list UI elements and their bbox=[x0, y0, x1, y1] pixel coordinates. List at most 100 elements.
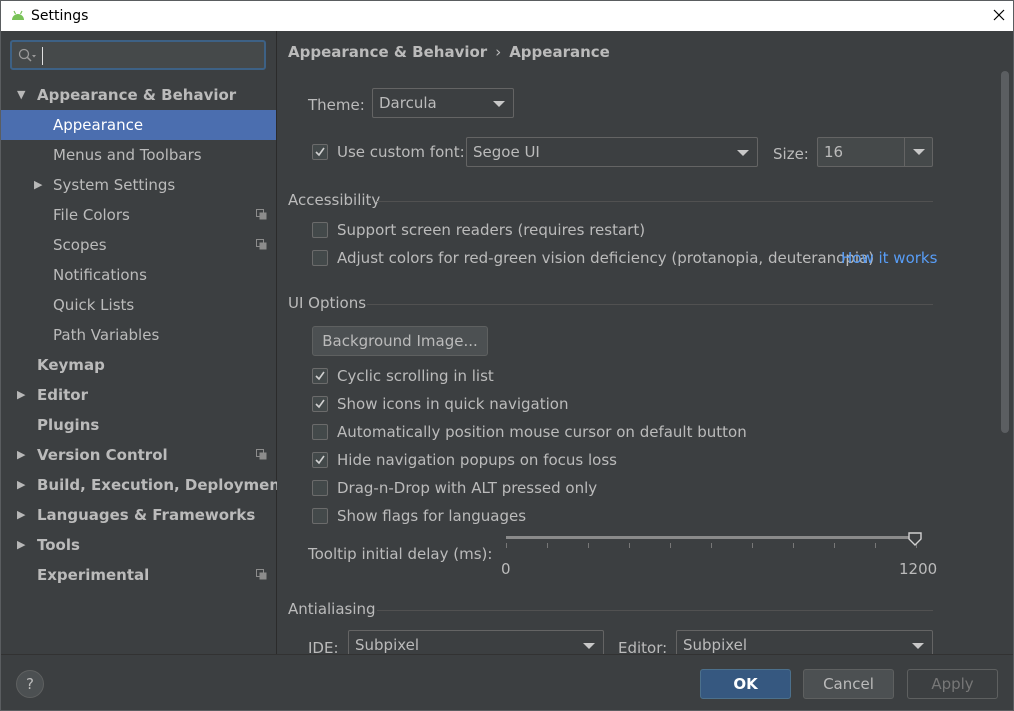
sidebar-item-label: Languages & Frameworks bbox=[37, 506, 256, 524]
close-icon[interactable] bbox=[989, 5, 1009, 25]
sidebar-item-label: System Settings bbox=[53, 176, 176, 194]
vertical-scrollbar[interactable] bbox=[1001, 71, 1009, 433]
editor-antialiasing-value: Subpixel bbox=[683, 636, 748, 654]
sidebar-item-plugins[interactable]: Plugins bbox=[1, 410, 276, 440]
sidebar-item-notifications[interactable]: Notifications bbox=[1, 260, 276, 290]
sidebar-item-appearance[interactable]: Appearance bbox=[1, 110, 276, 140]
screen-readers-checkbox[interactable] bbox=[312, 222, 328, 238]
sidebar-item-label: Menus and Toolbars bbox=[53, 146, 202, 164]
sidebar-item-file-colors[interactable]: File Colors bbox=[1, 200, 276, 230]
use-custom-font-label: Use custom font: bbox=[337, 143, 465, 161]
drag-drop-alt-checkbox[interactable] bbox=[312, 480, 328, 496]
antialiasing-heading: Antialiasing bbox=[288, 600, 376, 618]
cyclic-scrolling-label: Cyclic scrolling in list bbox=[337, 367, 494, 385]
drag-drop-alt-label: Drag-n-Drop with ALT pressed only bbox=[337, 479, 598, 497]
font-value: Segoe UI bbox=[473, 143, 540, 161]
sidebar-item-quick-lists[interactable]: Quick Lists bbox=[1, 290, 276, 320]
sidebar-item-version-control[interactable]: ▶ Version Control bbox=[1, 440, 276, 470]
hide-popups-checkbox[interactable] bbox=[312, 452, 328, 468]
sidebar-item-keymap[interactable]: Keymap bbox=[1, 350, 276, 380]
slider-tick bbox=[670, 543, 671, 548]
expanded-arrow-icon[interactable]: ▼ bbox=[17, 80, 25, 110]
sidebar-item-system-settings[interactable]: ▶ System Settings bbox=[1, 170, 276, 200]
settings-content: Appearance & Behavior › Appearance Theme: … bbox=[277, 31, 1013, 660]
ui-options-heading: UI Options bbox=[288, 294, 367, 312]
sidebar-item-languages-frameworks[interactable]: ▶ Languages & Frameworks bbox=[1, 500, 276, 530]
window-title: Settings bbox=[31, 8, 89, 24]
use-custom-font-checkbox[interactable] bbox=[312, 144, 328, 160]
chevron-down-icon bbox=[493, 101, 505, 107]
breadcrumb: Appearance & Behavior › Appearance bbox=[288, 43, 610, 61]
color-deficiency-checkbox[interactable] bbox=[312, 250, 328, 266]
cyclic-scrolling-checkbox[interactable] bbox=[312, 368, 328, 384]
slider-tick bbox=[588, 543, 589, 548]
collapsed-arrow-icon[interactable]: ▶ bbox=[17, 500, 25, 530]
show-icons-checkbox[interactable] bbox=[312, 396, 328, 412]
font-size-combo[interactable]: 16 bbox=[817, 137, 933, 167]
sidebar-item-scopes[interactable]: Scopes bbox=[1, 230, 276, 260]
screen-readers-label: Support screen readers (requires restart… bbox=[337, 221, 646, 239]
show-flags-checkbox[interactable] bbox=[312, 508, 328, 524]
sidebar-item-experimental[interactable]: Experimental bbox=[1, 560, 276, 590]
theme-dropdown[interactable]: Darcula bbox=[372, 88, 514, 118]
sidebar-item-menus-toolbars[interactable]: Menus and Toolbars bbox=[1, 140, 276, 170]
checkmark-icon bbox=[315, 147, 325, 157]
section-divider bbox=[377, 201, 933, 202]
sidebar-item-label: Version Control bbox=[37, 446, 168, 464]
slider-tick bbox=[834, 543, 835, 548]
hide-popups-label: Hide navigation popups on focus loss bbox=[337, 451, 617, 469]
slider-track[interactable] bbox=[506, 536, 917, 539]
sidebar-item-editor[interactable]: ▶ Editor bbox=[1, 380, 276, 410]
checkmark-icon bbox=[315, 399, 325, 409]
theme-value: Darcula bbox=[379, 94, 437, 112]
android-studio-icon bbox=[12, 10, 24, 20]
background-image-button[interactable]: Background Image... bbox=[312, 326, 488, 356]
show-icons-label: Show icons in quick navigation bbox=[337, 395, 569, 413]
text-caret bbox=[42, 47, 43, 65]
search-icon bbox=[18, 48, 36, 62]
auto-position-cursor-label: Automatically position mouse cursor on d… bbox=[337, 423, 747, 441]
project-settings-icon bbox=[256, 449, 267, 460]
slider-max-label: 1200 bbox=[899, 560, 938, 578]
project-settings-icon bbox=[256, 239, 267, 250]
search-input[interactable] bbox=[10, 40, 266, 70]
collapsed-arrow-icon[interactable]: ▶ bbox=[17, 530, 25, 560]
theme-label: Theme: bbox=[308, 96, 365, 114]
sidebar-item-path-variables[interactable]: Path Variables bbox=[1, 320, 276, 350]
sidebar-item-appearance-behavior[interactable]: ▼ Appearance & Behavior bbox=[1, 80, 276, 110]
title-bar: Settings bbox=[1, 1, 1013, 31]
sidebar-item-label: Path Variables bbox=[53, 326, 160, 344]
apply-button[interactable]: Apply bbox=[907, 669, 998, 699]
project-settings-icon bbox=[256, 209, 267, 220]
checkmark-icon bbox=[315, 371, 325, 381]
collapsed-arrow-icon[interactable]: ▶ bbox=[34, 170, 42, 200]
auto-position-cursor-checkbox[interactable] bbox=[312, 424, 328, 440]
font-size-label: Size: bbox=[773, 145, 809, 163]
sidebar-item-build-execution-deployment[interactable]: ▶ Build, Execution, Deployment bbox=[1, 470, 287, 500]
tooltip-delay-label: Tooltip initial delay (ms): bbox=[308, 545, 493, 563]
color-deficiency-label: Adjust colors for red-green vision defic… bbox=[337, 249, 875, 267]
sidebar-item-tools[interactable]: ▶ Tools bbox=[1, 530, 276, 560]
sidebar-item-label: Tools bbox=[37, 536, 80, 554]
ok-button[interactable]: OK bbox=[700, 669, 791, 699]
slider-tick bbox=[793, 543, 794, 548]
slider-min-label: 0 bbox=[501, 560, 511, 578]
checkmark-icon bbox=[315, 455, 325, 465]
help-button[interactable]: ? bbox=[16, 670, 44, 698]
collapsed-arrow-icon[interactable]: ▶ bbox=[17, 380, 25, 410]
chevron-down-icon bbox=[583, 643, 595, 649]
section-divider bbox=[367, 304, 933, 305]
sidebar-item-label: Appearance bbox=[53, 116, 144, 134]
cancel-button[interactable]: Cancel bbox=[803, 669, 894, 699]
breadcrumb-parent[interactable]: Appearance & Behavior bbox=[288, 43, 487, 61]
how-it-works-link[interactable]: How it works bbox=[841, 249, 937, 267]
sidebar-item-label: Scopes bbox=[53, 236, 107, 254]
font-size-dropdown-button[interactable] bbox=[904, 138, 933, 166]
chevron-down-icon bbox=[913, 149, 925, 155]
breadcrumb-current: Appearance bbox=[509, 43, 610, 61]
sidebar-item-label: Keymap bbox=[37, 356, 105, 374]
collapsed-arrow-icon[interactable]: ▶ bbox=[17, 470, 25, 500]
slider-thumb[interactable] bbox=[907, 531, 923, 547]
collapsed-arrow-icon[interactable]: ▶ bbox=[17, 440, 25, 470]
font-dropdown[interactable]: Segoe UI bbox=[466, 137, 758, 167]
